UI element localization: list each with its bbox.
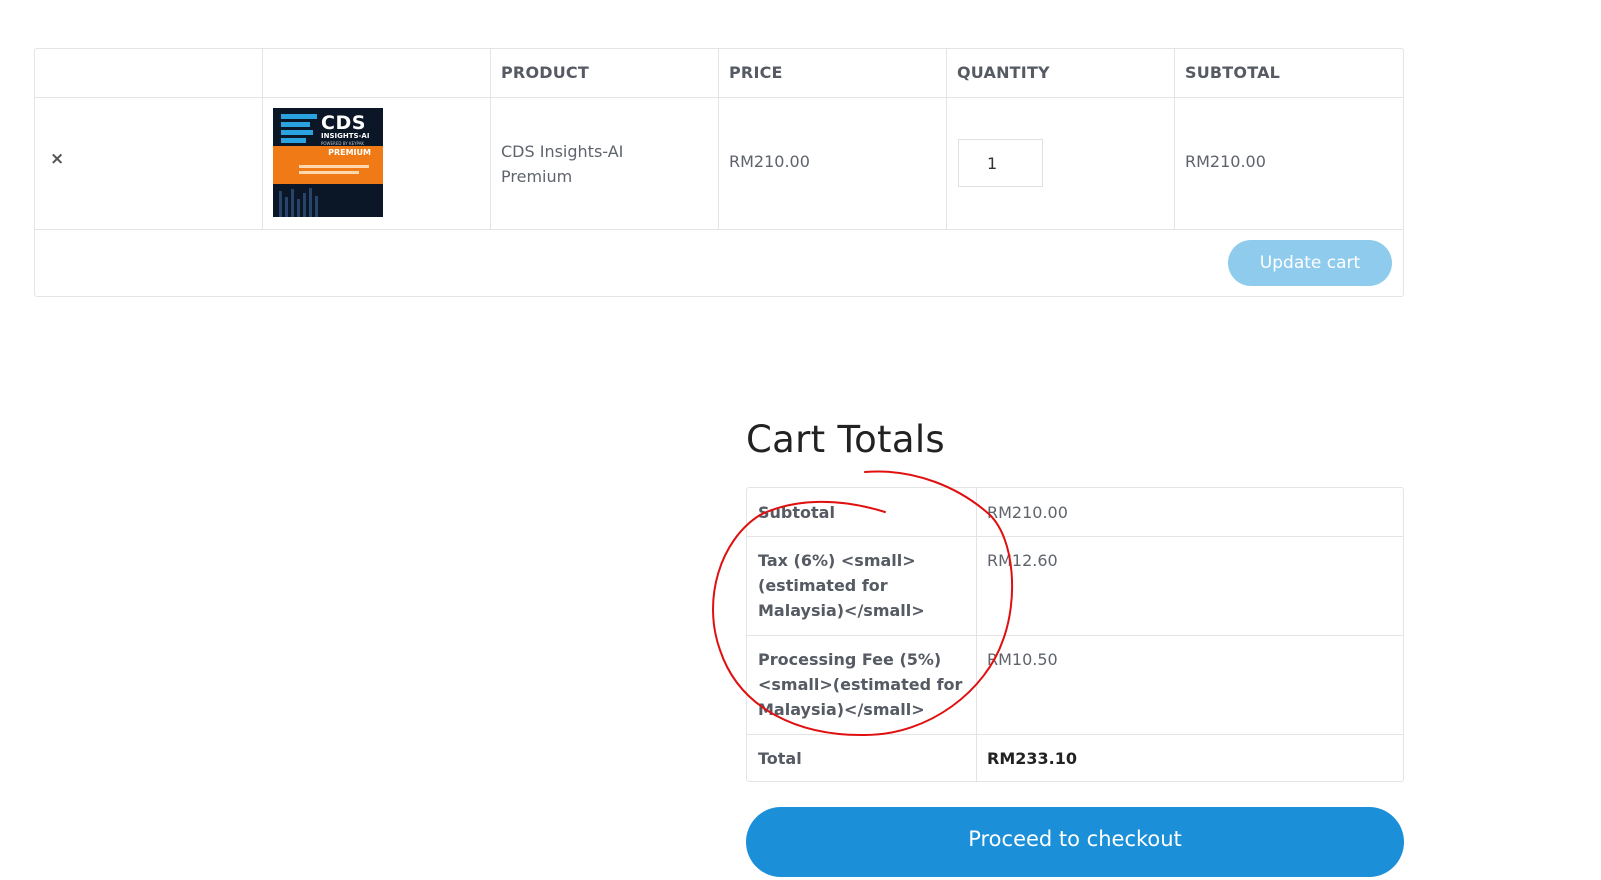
thumbnail-brand: CDS [321,112,366,134]
totals-label: Tax (6%) <small> (estimated for Malaysia… [758,548,963,623]
update-cart-button[interactable]: Update cart [1228,240,1392,286]
totals-value: RM233.10 [987,749,1077,768]
close-icon[interactable]: × [50,151,66,168]
totals-label: Processing Fee (5%) <small>(estimated fo… [758,647,963,722]
totals-value: RM12.60 [987,551,1058,570]
thumbnail-fine-print [299,165,369,168]
thumbnail-fine-print [299,171,359,174]
column-header-product: PRODUCT [501,63,589,82]
quantity-input[interactable] [958,139,1043,187]
column-divider [976,635,977,734]
product-name-link[interactable]: CDS Insights-AI Premium [501,139,623,189]
totals-label-line: Malaysia)</small> [758,700,925,719]
column-header-subtotal: SUBTOTAL [1185,63,1281,82]
totals-label-line: Tax (6%) <small> [758,551,916,570]
totals-label: Subtotal [758,503,835,522]
cart-totals-table: Subtotal RM210.00 Tax (6%) <small> (esti… [746,487,1404,782]
logo-bars [281,114,317,146]
thumbnail-skyline [277,188,321,217]
product-name-line: Premium [501,167,573,186]
cart-actions-row: Update cart [35,229,1403,297]
totals-row-processing-fee: Processing Fee (5%) <small>(estimated fo… [747,635,1403,735]
product-thumbnail[interactable]: CDS INSIGHTS-AI POWERED BY KEYPAK PREMIU… [273,108,383,217]
column-divider [976,734,977,781]
totals-label-line: <small>(estimated for [758,675,963,694]
totals-value: RM10.50 [987,650,1058,669]
column-divider [976,536,977,635]
product-name-line: CDS Insights-AI [501,142,624,161]
thumbnail-tier: PREMIUM [328,148,371,157]
cart-table: PRODUCT PRICE QUANTITY SUBTOTAL × CDS IN… [34,48,1404,297]
column-divider [976,488,977,536]
totals-value: RM210.00 [987,503,1068,522]
proceed-to-checkout-button[interactable]: Proceed to checkout [746,807,1404,877]
cart-totals-title: Cart Totals [746,418,945,461]
totals-label: Total [758,749,802,768]
cart-table-header: PRODUCT PRICE QUANTITY SUBTOTAL [35,49,1403,98]
thumbnail-subtitle: INSIGHTS-AI [321,132,370,140]
product-price: RM210.00 [729,152,810,171]
product-subtotal: RM210.00 [1185,152,1266,171]
totals-label-line: Malaysia)</small> [758,601,925,620]
totals-row-tax: Tax (6%) <small> (estimated for Malaysia… [747,536,1403,636]
totals-label-line: Processing Fee (5%) [758,650,942,669]
totals-label-line: (estimated for [758,576,888,595]
totals-row-subtotal: Subtotal RM210.00 [747,488,1403,537]
cart-item-row: × CDS INSIGHTS-AI POWERED BY KEYPAK PREM… [35,97,1403,230]
column-header-price: PRICE [729,63,783,82]
column-header-quantity: QUANTITY [957,63,1050,82]
totals-row-total: Total RM233.10 [747,734,1403,781]
